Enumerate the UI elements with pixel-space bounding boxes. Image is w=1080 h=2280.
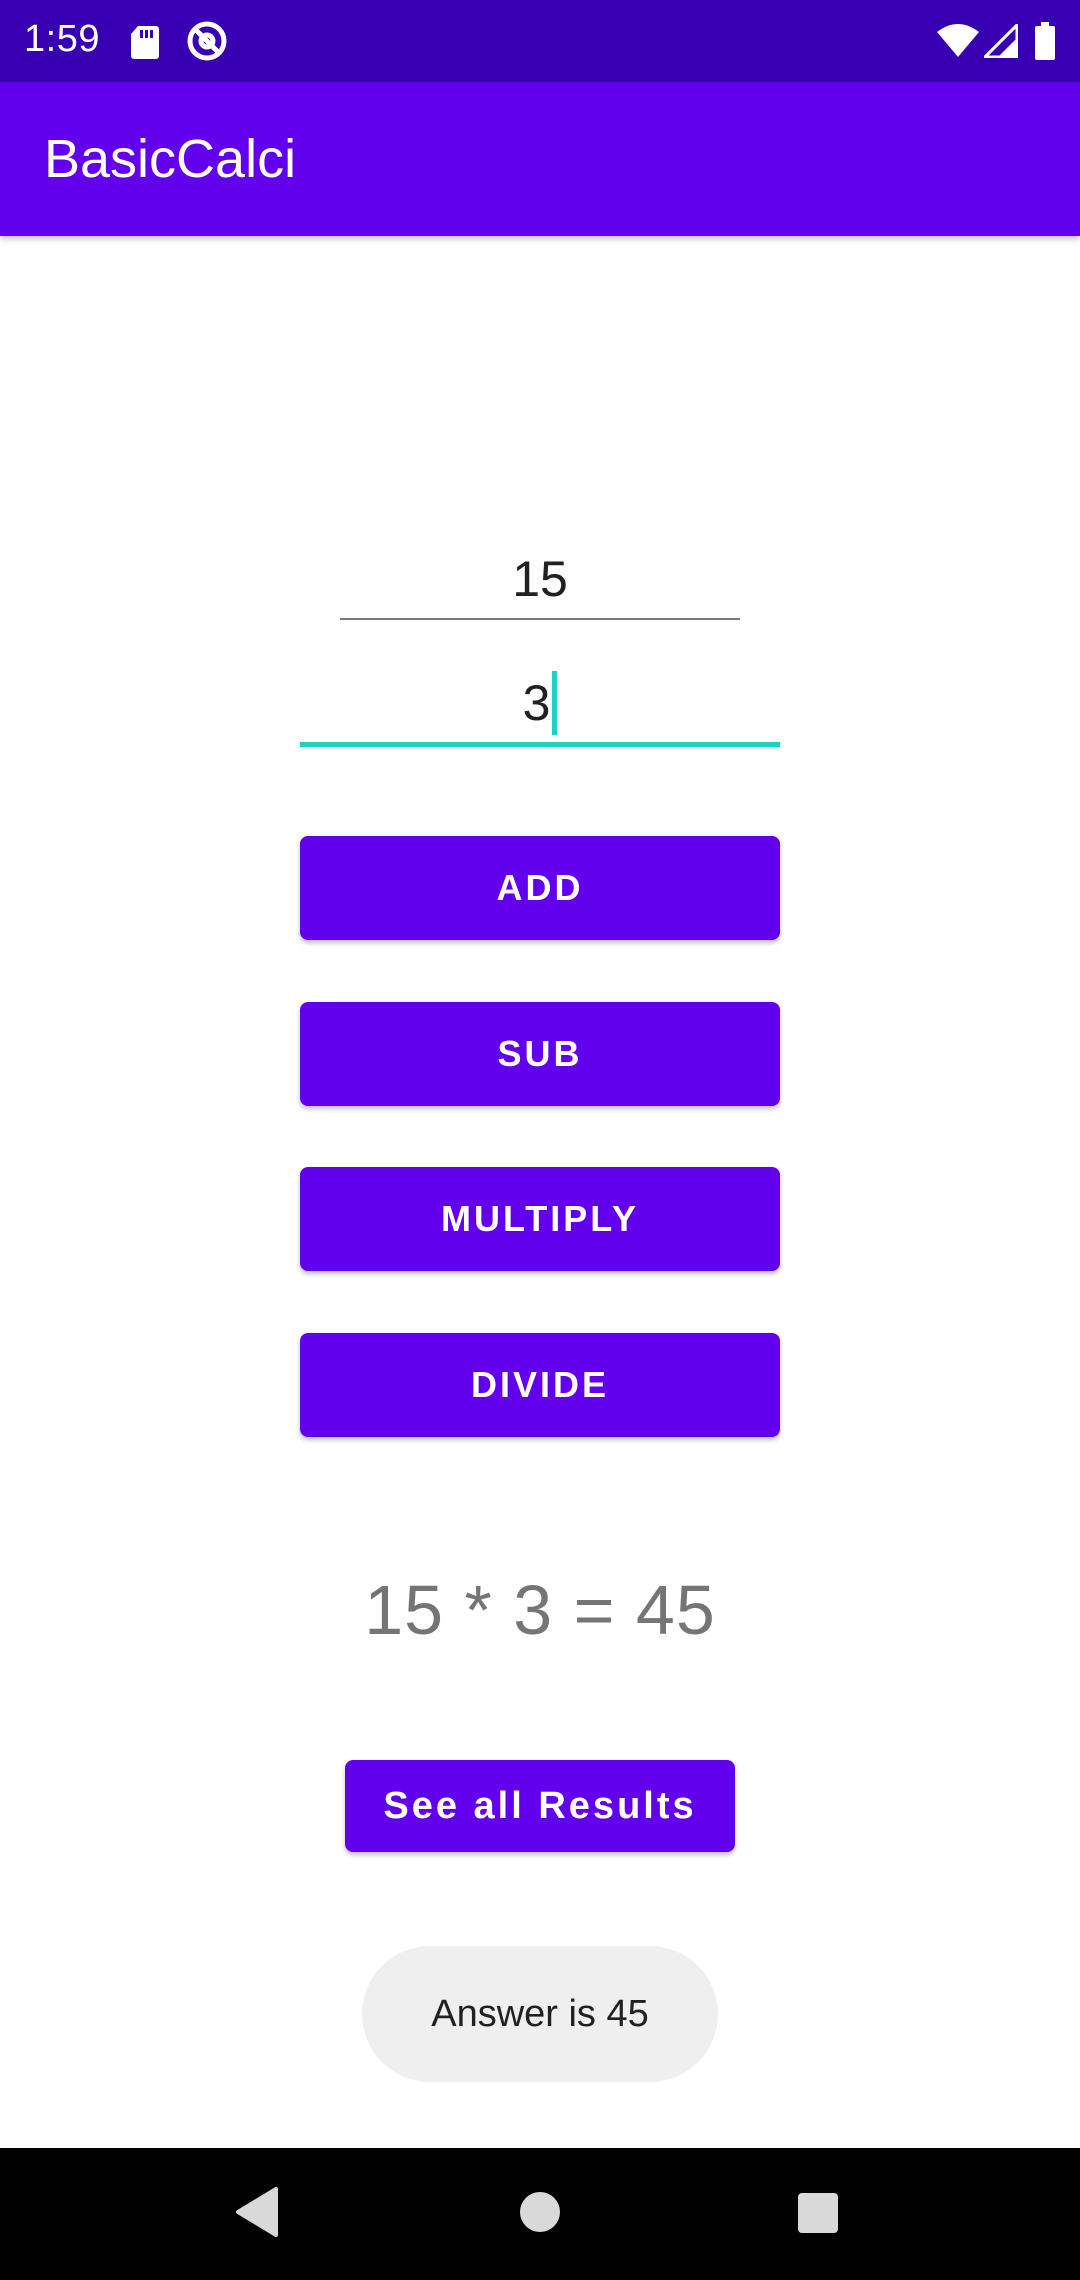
toast-message: Answer is 45 (362, 1946, 718, 2082)
sub-button[interactable]: SUB (300, 1002, 780, 1106)
multiply-button[interactable]: MULTIPLY (300, 1167, 780, 1271)
app-title: BasicCalci (44, 129, 297, 189)
status-bar: 1:59 (0, 0, 1080, 82)
at-sign-icon (186, 20, 228, 67)
app-bar: BasicCalci (0, 82, 1080, 236)
recents-icon[interactable] (797, 2192, 839, 2239)
divide-button[interactable]: DIVIDE (300, 1333, 780, 1437)
first-number-value: 15 (512, 551, 568, 607)
battery-icon (1034, 22, 1056, 65)
sd-card-icon (130, 24, 160, 65)
status-time: 1:59 (24, 18, 100, 60)
back-icon[interactable] (234, 2186, 280, 2243)
second-number-input[interactable]: 3 (300, 664, 780, 747)
wifi-icon (936, 24, 980, 63)
see-all-results-button[interactable]: See all Results (345, 1760, 735, 1852)
cell-signal-icon (981, 21, 1019, 63)
home-icon[interactable] (518, 2190, 562, 2239)
navigation-bar (0, 2148, 1080, 2280)
first-number-input[interactable]: 15 (340, 540, 740, 620)
add-button[interactable]: ADD (300, 836, 780, 940)
text-cursor (552, 670, 558, 735)
result-text: 15 * 3 = 45 (364, 1571, 716, 1649)
second-number-value: 3 (522, 675, 551, 731)
